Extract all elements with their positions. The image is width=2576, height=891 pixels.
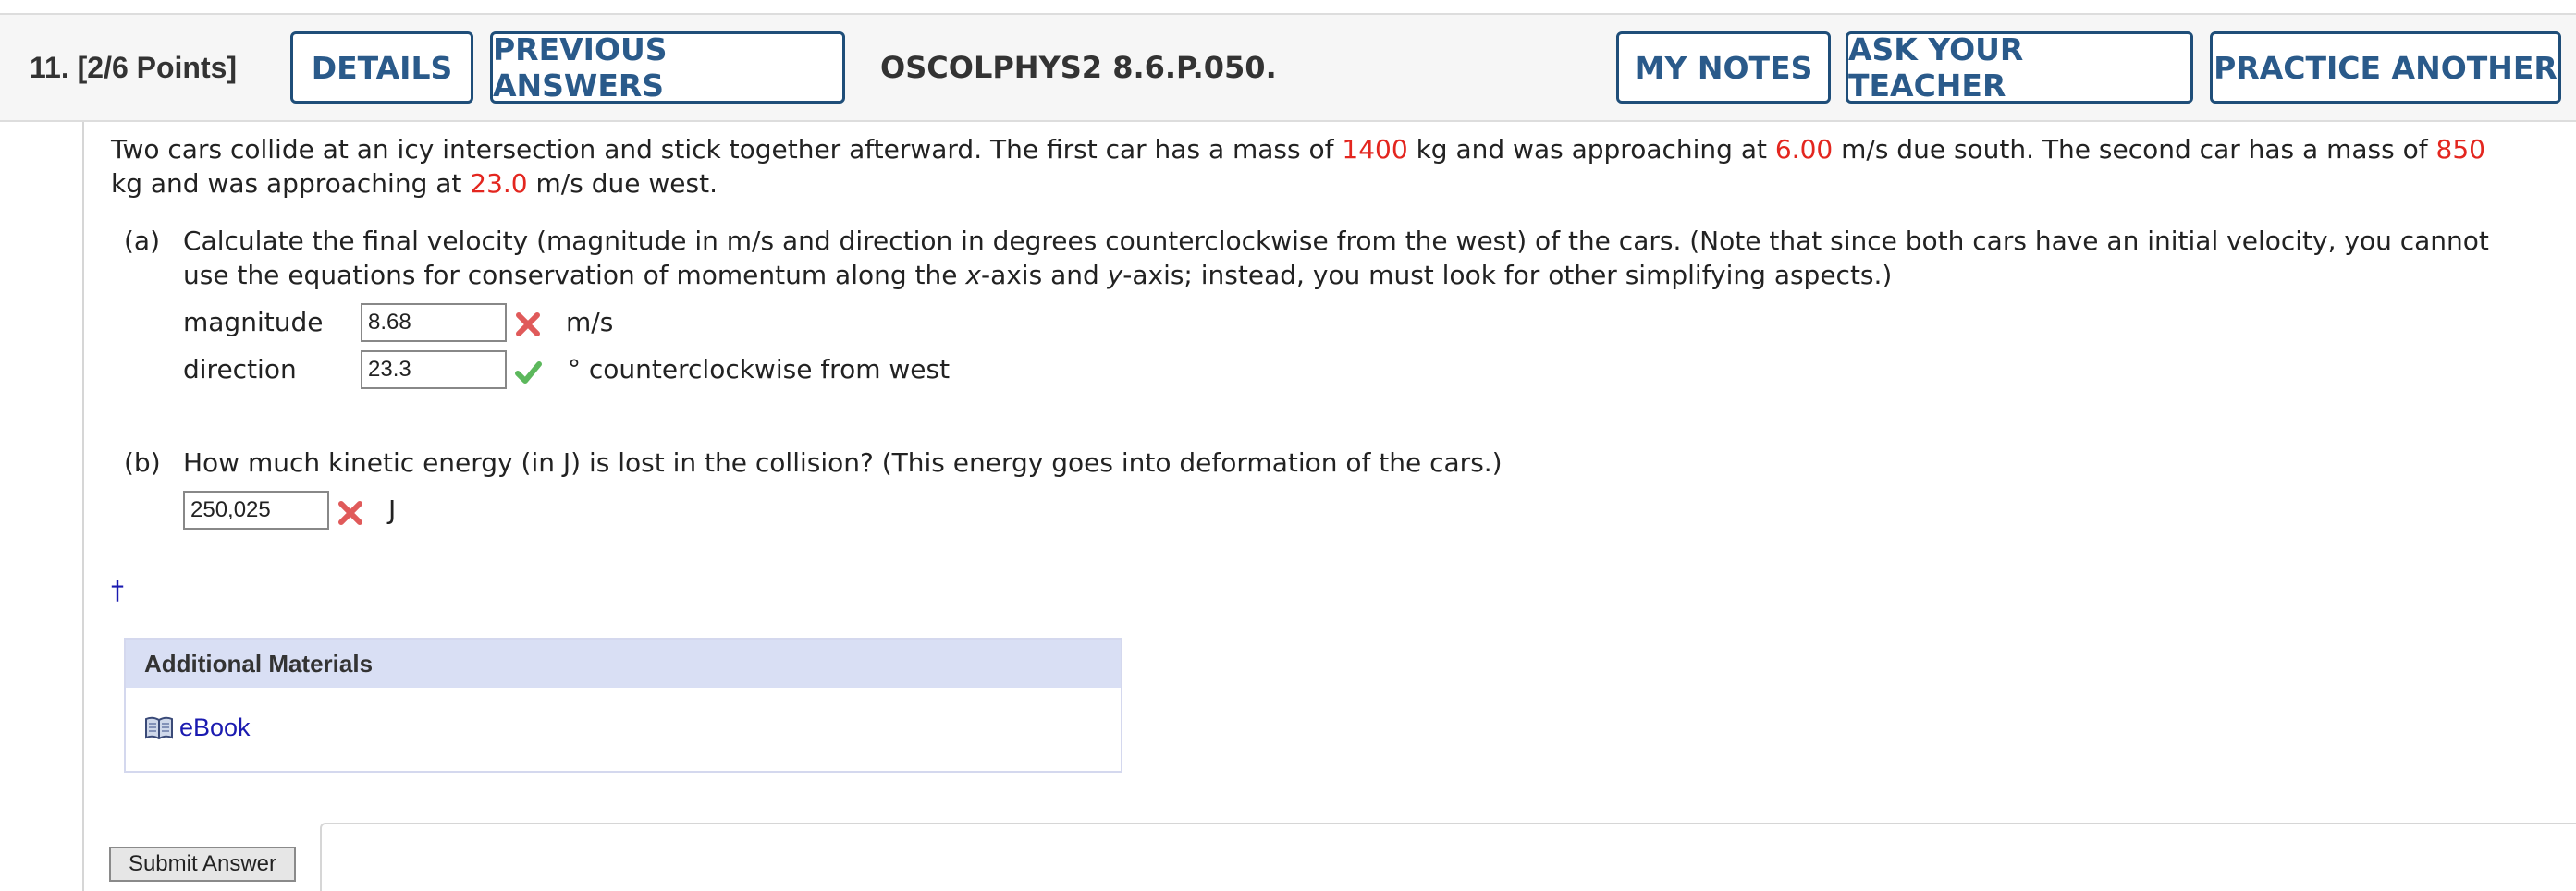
direction-input[interactable]: 23.3 (361, 350, 507, 389)
question-points-label: 11. [2/6 Points] (30, 51, 238, 84)
x-axis-label: x (965, 260, 981, 290)
left-border-line (82, 122, 84, 891)
problem-statement: Two cars collide at an icy intersection … (111, 132, 2487, 201)
previous-answers-button[interactable]: PREVIOUS ANSWERS (490, 31, 845, 104)
answer-area-border (320, 823, 2576, 891)
additional-materials-title: Additional Materials (126, 640, 1121, 688)
incorrect-icon (516, 312, 540, 336)
part-a-question: Calculate the final velocity (magnitude … (183, 224, 2495, 292)
problem-text: kg and was approaching at (1407, 134, 1775, 165)
ebook-label: eBook (179, 714, 251, 741)
magnitude-input[interactable]: 8.68 (361, 303, 507, 342)
part-a-text: -axis; instead, you must look for other … (1122, 260, 1893, 290)
practice-another-button[interactable]: PRACTICE ANOTHER (2210, 31, 2561, 104)
y-axis-label: y (1107, 260, 1123, 290)
part-a-label: (a) (124, 226, 161, 256)
additional-materials-panel: Additional Materials eBook (124, 638, 1122, 773)
velocity-1-value: 6.00 (1774, 134, 1834, 165)
problem-text: m/s due west. (527, 168, 718, 199)
direction-label: direction (183, 354, 297, 384)
question-code: OSCOLPHYS2 8.6.P.050. (880, 50, 1277, 85)
mass-1-value: 1400 (1342, 134, 1408, 165)
ask-your-teacher-button[interactable]: ASK YOUR TEACHER (1846, 31, 2193, 104)
ebook-link[interactable]: eBook (144, 714, 251, 742)
incorrect-icon (338, 501, 362, 525)
problem-text: Two cars collide at an icy intersection … (111, 134, 1343, 165)
my-notes-button[interactable]: MY NOTES (1616, 31, 1831, 104)
energy-unit: J (388, 494, 397, 525)
correct-check-icon (515, 361, 542, 384)
question-header: 11. [2/6 Points] DETAILS PREVIOUS ANSWER… (0, 13, 2576, 122)
part-b-question: How much kinetic energy (in J) is lost i… (183, 447, 1503, 478)
dagger-footnote-link[interactable]: † (111, 575, 124, 605)
magnitude-label: magnitude (183, 307, 324, 337)
problem-text: kg and was approaching at (111, 168, 471, 199)
direction-unit: ° counterclockwise from west (568, 354, 951, 384)
book-icon (145, 716, 173, 739)
submit-answer-button[interactable]: Submit Answer (109, 847, 296, 882)
magnitude-unit: m/s (566, 307, 614, 337)
part-a-text: -axis and (980, 260, 1108, 290)
problem-text: m/s due south. The second car has a mass… (1833, 134, 2436, 165)
details-button[interactable]: DETAILS (290, 31, 473, 104)
mass-2-value: 850 (2435, 134, 2485, 165)
kinetic-energy-input[interactable]: 250,025 (183, 491, 329, 530)
velocity-2-value: 23.0 (470, 168, 528, 199)
part-b-label: (b) (124, 447, 161, 478)
